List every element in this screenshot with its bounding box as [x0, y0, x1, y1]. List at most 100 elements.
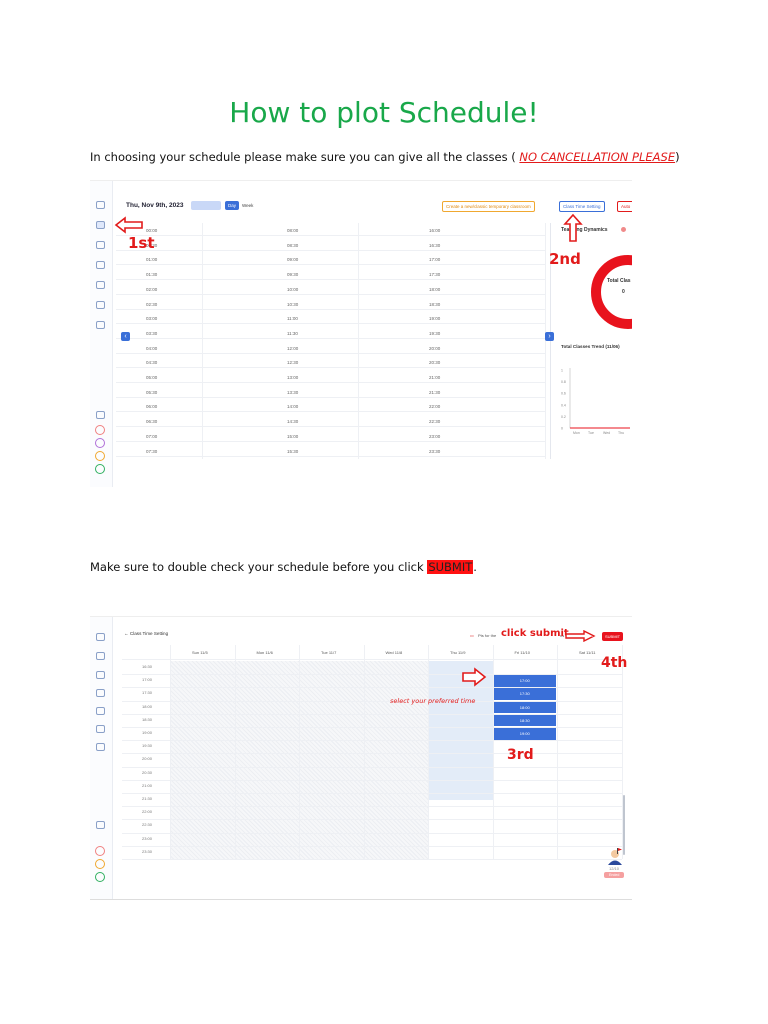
selected-time-slot[interactable]: 19:00: [493, 728, 556, 740]
materials-icon[interactable]: [96, 301, 105, 309]
time-slot-cell[interactable]: 07:30: [146, 449, 157, 454]
time-slot-cell[interactable]: 11:00: [287, 316, 298, 321]
row-divider: [122, 859, 622, 860]
time-slot-cell[interactable]: 00:00: [146, 228, 157, 233]
time-slot-cell[interactable]: 01:00: [146, 257, 157, 262]
trend-x-tick: Tue: [588, 431, 594, 435]
time-slot-cell[interactable]: 10:00: [287, 287, 298, 292]
selected-time-slot[interactable]: 18:00: [493, 701, 556, 714]
time-slot-cell[interactable]: 05:00: [146, 375, 157, 380]
column-divider: [557, 645, 558, 859]
support-icon[interactable]: [95, 464, 105, 474]
time-slot-cell[interactable]: 12:30: [287, 360, 298, 365]
time-slot-cell[interactable]: 17:30: [429, 272, 440, 277]
classroom-icon[interactable]: [96, 671, 105, 679]
submit-button[interactable]: SUBMIT: [602, 632, 624, 641]
support-icon[interactable]: [95, 872, 105, 882]
student-icon[interactable]: [96, 261, 105, 269]
scrollbar[interactable]: [623, 795, 625, 855]
calendar-icon[interactable]: [96, 652, 105, 660]
time-slot-cell[interactable]: 21:00: [429, 375, 440, 380]
prev-chevron-icon[interactable]: ‹: [121, 332, 130, 341]
alert-icon[interactable]: [95, 425, 105, 435]
auto-button[interactable]: Auto: [617, 201, 632, 212]
time-slot-cell[interactable]: 08:30: [287, 243, 298, 248]
course-icon[interactable]: [96, 281, 105, 289]
time-slot-cell[interactable]: 08:00: [287, 228, 298, 233]
back-link[interactable]: ← Class Time Setting: [124, 631, 168, 636]
time-slot-cell[interactable]: 18:00: [429, 287, 440, 292]
grid-row-divider: [116, 308, 546, 310]
time-slot-cell[interactable]: 14:00: [287, 404, 298, 409]
row-divider: [122, 806, 622, 808]
time-slot-cell[interactable]: 02:30: [146, 302, 157, 307]
settings-icon[interactable]: [96, 821, 105, 829]
time-slot-cell[interactable]: 09:00: [287, 257, 298, 262]
selected-time-slot[interactable]: 18:30: [493, 714, 556, 727]
time-slot-cell[interactable]: 04:30: [146, 360, 157, 365]
time-slot-cell[interactable]: 02:00: [146, 287, 157, 292]
time-slot-cell[interactable]: 13:00: [287, 375, 298, 380]
grid-row-divider: [116, 440, 546, 442]
alert-icon[interactable]: [95, 846, 105, 856]
outro-period: .: [473, 560, 477, 574]
classroom-icon[interactable]: [96, 241, 105, 249]
today-button[interactable]: Today: [191, 201, 221, 210]
time-slot-cell[interactable]: 06:30: [146, 419, 157, 424]
outro-text: Make sure to double check your schedule …: [90, 560, 428, 574]
time-slot-cell[interactable]: 18:30: [429, 302, 440, 307]
time-slot-cell[interactable]: 15:00: [287, 434, 298, 439]
time-slot-cell[interactable]: 22:30: [429, 419, 440, 424]
class-time-setting-button[interactable]: Class Time Setting: [559, 201, 605, 212]
time-slot-cell[interactable]: 23:00: [429, 434, 440, 439]
time-slot-cell[interactable]: 20:00: [429, 346, 440, 351]
row-divider: [122, 766, 622, 768]
materials-icon[interactable]: [96, 725, 105, 733]
time-label: 16:30: [142, 664, 153, 669]
column-divider: [363, 645, 365, 859]
time-slot-cell[interactable]: 10:30: [287, 302, 298, 307]
time-slot-cell[interactable]: 21:30: [429, 390, 440, 395]
create-classroom-button[interactable]: Create a new/classic temporary classroom: [442, 201, 535, 212]
arrow-right-icon: [565, 630, 596, 642]
time-slot-cell[interactable]: 16:30: [429, 243, 440, 248]
time-slot-cell[interactable]: 20:30: [429, 360, 440, 365]
time-slot-cell[interactable]: 19:00: [429, 316, 440, 321]
settings-icon[interactable]: [96, 411, 105, 419]
report-icon[interactable]: [96, 743, 105, 751]
time-slot-cell[interactable]: 09:30: [287, 272, 298, 277]
time-slot-cell[interactable]: 04:00: [146, 346, 157, 351]
report-icon[interactable]: [96, 321, 105, 329]
time-slot-cell[interactable]: 17:00: [429, 257, 440, 262]
time-slot-cell[interactable]: 19:30: [429, 331, 440, 336]
coin-icon[interactable]: [95, 859, 105, 869]
time-slot-cell[interactable]: 13:30: [287, 390, 298, 395]
dashboard-icon[interactable]: [96, 633, 105, 641]
time-slot-cell[interactable]: 15:30: [287, 449, 298, 454]
dashboard-icon[interactable]: [96, 201, 105, 209]
time-slot-cell[interactable]: 23:30: [429, 449, 440, 454]
day-view-button[interactable]: Day: [225, 201, 240, 210]
time-slot-cell[interactable]: 11:30: [287, 331, 298, 336]
wallet-icon[interactable]: [95, 438, 105, 448]
coin-icon[interactable]: [95, 451, 105, 461]
selected-time-slot[interactable]: 17:30: [493, 688, 556, 701]
time-slot-cell[interactable]: 05:30: [146, 390, 157, 395]
time-slot-cell[interactable]: 03:30: [146, 331, 157, 336]
time-slot-cell[interactable]: 07:00: [146, 434, 157, 439]
student-icon[interactable]: [96, 689, 105, 697]
calendar-icon[interactable]: [96, 221, 105, 229]
time-slot-cell[interactable]: 06:00: [146, 404, 157, 409]
week-view-button[interactable]: Week: [239, 201, 256, 210]
row-divider: [122, 793, 622, 794]
next-chevron-icon[interactable]: ›: [545, 332, 554, 341]
time-slot-cell[interactable]: 03:00: [146, 316, 157, 321]
selected-time-slot[interactable]: 17:00: [493, 675, 556, 687]
time-slot-cell[interactable]: 16:00: [429, 228, 440, 233]
time-slot-cell[interactable]: 01:30: [146, 272, 157, 277]
time-slot-cell[interactable]: 22:00: [429, 404, 440, 409]
time-label: 22:00: [142, 809, 153, 815]
time-slot-cell[interactable]: 14:30: [287, 419, 298, 424]
time-slot-cell[interactable]: 12:00: [287, 346, 298, 351]
course-icon[interactable]: [96, 707, 105, 715]
